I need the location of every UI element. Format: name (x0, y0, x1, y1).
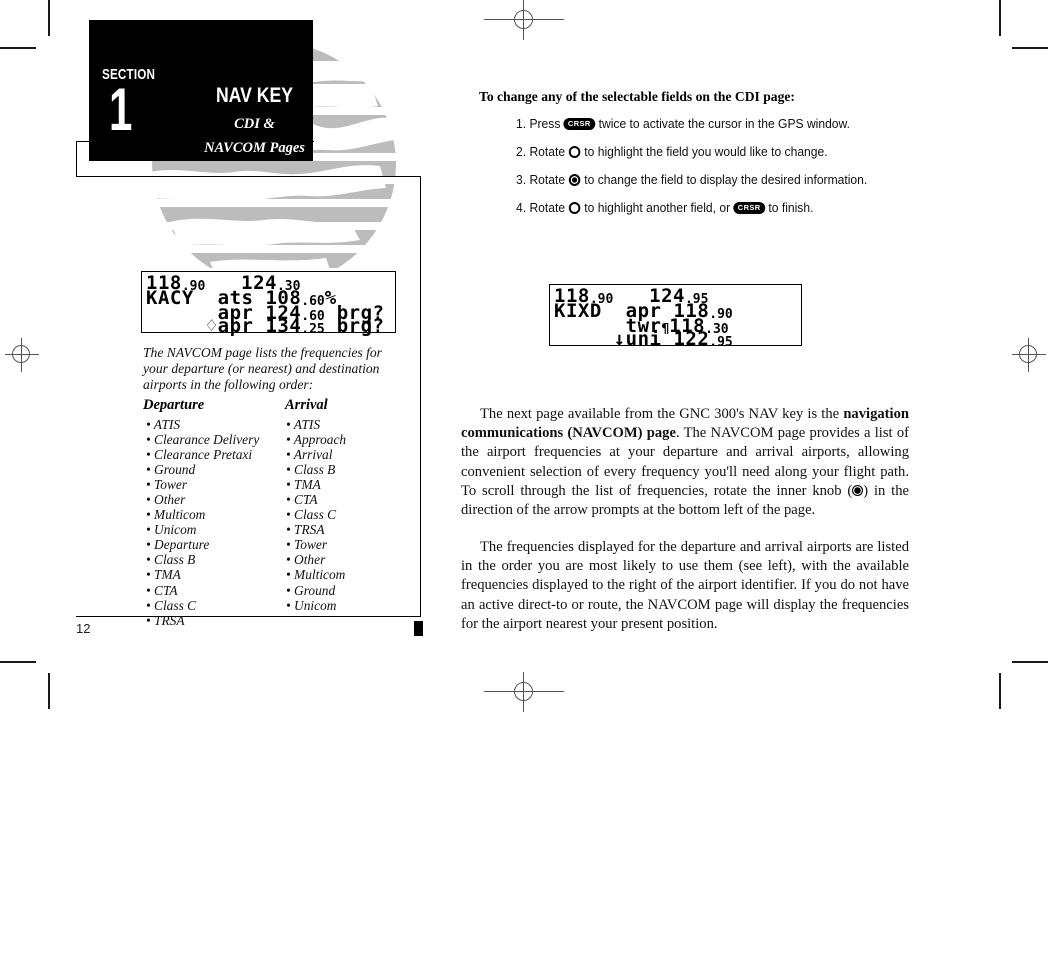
crop-mark-top-left-h (0, 47, 36, 49)
outer-knob-icon[interactable] (568, 146, 581, 158)
registration-mark-top (484, 0, 564, 40)
step-3-number: 3. (516, 173, 527, 187)
departure-list-heading: Departure (143, 397, 205, 413)
list-item: • Other (286, 552, 326, 568)
procedure-step-1: 1. Press CRSR twice to activate the cursor… (516, 117, 850, 131)
step-4-pre: Rotate (529, 201, 566, 215)
lcd-screen-navcom: 118.90 124.95 KIXD apr 118.90 twr¶118.30… (549, 284, 802, 350)
crop-mark-top-right-h (1012, 47, 1048, 49)
crop-mark-bottom-left-h (0, 661, 36, 663)
crop-mark-top-left-v (48, 0, 50, 36)
list-item: • TRSA (146, 612, 185, 628)
list-item: • Clearance Delivery (146, 432, 260, 448)
inner-knob-icon[interactable] (568, 174, 581, 186)
list-item: • Approach (286, 432, 347, 448)
list-item: • Unicom (146, 522, 197, 538)
lcd-navcom-line-4: ↓uni 122.95 (613, 328, 733, 351)
step-2-number: 2. (516, 145, 527, 159)
navcom-caption: The NAVCOM page lists the frequencies fo… (143, 345, 382, 392)
crop-mark-bottom-right-v (999, 673, 1001, 709)
list-item: • Ground (286, 582, 336, 598)
list-item: • Clearance Pretaxi (146, 447, 253, 463)
registration-mark-left (5, 338, 39, 372)
list-item: • Multicom (146, 507, 206, 523)
step-4-number: 4. (516, 201, 527, 215)
list-item: • Departure (146, 537, 210, 553)
list-item: • Unicom (286, 597, 337, 613)
step-4-post-b: to finish. (768, 201, 814, 215)
procedure-heading: To change any of the selectable fields o… (479, 89, 795, 104)
list-item: • ATIS (146, 417, 181, 432)
scroll-arrow-icon: ♢ (205, 315, 218, 337)
step-2-pre: Rotate (529, 145, 566, 159)
list-item: • ATIS (286, 417, 321, 432)
sidebar-frame-upper-left (76, 141, 78, 177)
section-title: NAV KEY (215, 84, 294, 107)
list-item: • Tower (286, 537, 328, 553)
sidebar-frame-right (419, 176, 421, 617)
manual-page: SECTION 1 NAV KEY CDI & NAVCOM Pages 118… (0, 0, 1048, 954)
step-1-number: 1. (516, 117, 527, 131)
outer-knob-icon[interactable] (568, 202, 581, 214)
page-number: 12 (76, 621, 91, 636)
list-item: • Ground (146, 462, 196, 478)
arrival-frequency-list: • ATIS • Approach • Arrival • Class B • TMA •… (286, 417, 406, 613)
crop-mark-bottom-right-h (1012, 661, 1048, 663)
list-item: • TMA (286, 477, 321, 493)
scroll-down-arrow-icon: ↓ (613, 328, 626, 350)
step-2-post: to highlight the field you would like to… (584, 145, 828, 159)
list-item: • CTA (146, 582, 178, 598)
procedure-step-4: 4. Rotate to highlight another field, or C… (516, 201, 813, 215)
list-item: • Class B (146, 552, 196, 568)
step-3-post: to change the field to display the desir… (584, 173, 868, 187)
crsr-button-icon[interactable]: CRSR (733, 201, 766, 215)
inner-knob-icon (852, 484, 864, 496)
lcd-cdi-line-4: ♢apr 134.25 brg? (205, 315, 385, 338)
section-header-box: SECTION 1 NAV KEY CDI & NAVCOM Pages (89, 20, 313, 161)
crop-mark-bottom-left-v (48, 673, 50, 709)
departure-frequency-list: • ATIS • Clearance Delivery • Clearance Pr… (146, 417, 281, 628)
list-item: • Tower (146, 477, 188, 493)
step-3-pre: Rotate (529, 173, 566, 187)
sidebar-frame-upper-bottom (76, 175, 421, 177)
section-subtitle-line2: NAVCOM Pages (204, 140, 305, 156)
registration-mark-bottom (484, 672, 564, 712)
list-item: • Class C (146, 597, 197, 613)
arrival-list-heading: Arrival (285, 397, 328, 413)
step-1-pre: Press (529, 117, 561, 131)
procedure-step-3: 3. Rotate to change the field to display … (516, 173, 867, 187)
lcd-screen-cdi: 118.90 124.30 KACY ats 108.60% apr 124.6… (141, 271, 396, 337)
section-subtitle-line1: CDI & (234, 116, 275, 132)
list-item: • Arrival (286, 447, 333, 463)
step-4-post-a: to highlight another field, or (584, 201, 731, 215)
list-item: • TRSA (286, 522, 325, 538)
list-item: • Other (146, 492, 186, 508)
procedure-step-2: 2. Rotate to highlight the field you woul… (516, 145, 828, 159)
crsr-button-icon[interactable]: CRSR (563, 117, 596, 131)
list-item: • Multicom (286, 567, 346, 583)
section-tab-marker (414, 621, 423, 636)
body-paragraph-2: The frequencies displayed for the depart… (461, 539, 909, 632)
list-item: • CTA (286, 492, 318, 508)
list-item: • TMA (146, 567, 181, 583)
section-number: 1 (109, 76, 133, 143)
body-paragraph-1: The next page available from the GNC 300… (461, 405, 909, 520)
list-item: • Class B (286, 462, 336, 478)
para1-part-a: The next page available from the GNC 300… (480, 406, 844, 422)
crop-mark-top-right-v (999, 0, 1001, 36)
registration-mark-right (1012, 338, 1046, 372)
step-1-post: twice to activate the cursor in the GPS … (598, 117, 850, 131)
list-item: • Class C (286, 507, 337, 523)
